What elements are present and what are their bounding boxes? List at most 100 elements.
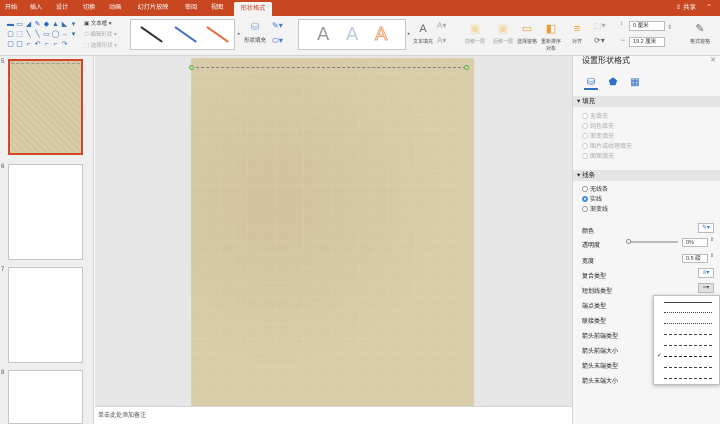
slide-thumbnail-selected[interactable]	[8, 59, 83, 155]
shape-effects-icon[interactable]: ⬭▾	[272, 36, 283, 46]
fill-section-header[interactable]: ▾ 填充	[573, 96, 720, 107]
gallery-expand-icon[interactable]: ▸	[236, 19, 242, 50]
curve-icon[interactable]: ↶	[33, 40, 42, 49]
reorder-objects-button[interactable]: ◧ 重新排序对象	[540, 20, 562, 52]
size-properties-icon[interactable]: ▦	[628, 76, 642, 90]
dashed-square-icon[interactable]: ⬚	[15, 30, 24, 39]
curve-icon[interactable]: ↷	[60, 40, 69, 49]
tab-home[interactable]: 开始	[2, 0, 20, 16]
selected-line-shape[interactable]	[191, 67, 466, 68]
triangle-icon[interactable]: ▲	[51, 20, 60, 29]
gradient-fill-radio[interactable]: 渐变填充	[582, 133, 614, 141]
dash-option-round-dot[interactable]	[664, 312, 712, 313]
width-field[interactable]: 19.2 厘米	[629, 37, 665, 47]
group-icon[interactable]: ⬚▾	[594, 21, 606, 30]
tab-animations[interactable]: 动画	[106, 0, 124, 16]
bring-forward-button[interactable]: ▣ 前移一层	[462, 20, 488, 45]
fill-line-icon[interactable]: ⛁	[584, 76, 598, 90]
no-fill-radio[interactable]: 无填充	[582, 113, 608, 121]
effects-icon[interactable]: ⬟	[606, 76, 620, 90]
rect-outline-icon[interactable]: ▢	[6, 40, 15, 49]
transparency-field[interactable]: 0%	[682, 238, 708, 247]
pentagon-icon[interactable]: ◆	[42, 20, 51, 29]
line-end-handle[interactable]	[464, 65, 469, 70]
shape-fill-button[interactable]: ⛁ 形状填充	[244, 20, 266, 50]
transparency-slider[interactable]	[626, 239, 678, 244]
wordart-style-orange[interactable]: A	[374, 24, 387, 46]
dash-option-square-dot[interactable]	[664, 323, 712, 324]
dash-option-dash-dot[interactable]	[664, 345, 712, 346]
rounded-rect-outline-icon[interactable]: ▢	[15, 40, 24, 49]
transparency-slider-knob[interactable]	[626, 239, 631, 244]
dash-option-long-dash-dot-dot[interactable]	[664, 378, 712, 379]
line-section-header[interactable]: ▾ 线条	[573, 170, 720, 181]
bracket-icon[interactable]: ⌐	[24, 40, 33, 49]
no-line-radio[interactable]: 无线条	[582, 186, 608, 194]
slide-thumbnail[interactable]	[8, 370, 83, 424]
shape-styles-gallery[interactable]	[130, 19, 235, 50]
tab-review[interactable]: 审阅	[182, 0, 200, 16]
text-box-button[interactable]: ▣ 文本框 ▾	[84, 19, 112, 27]
selection-pane-button[interactable]: ▭ 选择窗格	[516, 20, 538, 45]
text-outline-icon[interactable]: A▾	[437, 21, 446, 30]
arrow-line-icon[interactable]: →	[60, 30, 69, 39]
slide-thumbnail[interactable]	[8, 164, 83, 260]
tab-insert[interactable]: 插入	[27, 0, 45, 16]
line-style-dark[interactable]	[140, 26, 163, 43]
insert-shapes-gallery[interactable]: ▬ ▭ ◢ ✎ ◆ ▲ ◣ ▾ ▢ ⬚ ╲ ╲ ▭ ◯ → ▾ ▢ ▢ ⌐ ↶ ⌐ ⌐ ↷	[6, 20, 80, 50]
line-color-picker[interactable]: ✎▾	[698, 223, 714, 233]
align-button[interactable]: ≡ 对齐	[566, 20, 588, 45]
tab-view[interactable]: 视图	[208, 0, 226, 16]
pattern-fill-radio[interactable]: 图案填充	[582, 153, 614, 161]
freeform-icon[interactable]: ✎	[33, 20, 42, 29]
rounded-rect-icon[interactable]: ◢	[24, 20, 33, 29]
share-button[interactable]: ⇪ 共享	[676, 0, 696, 16]
shape-more-icon[interactable]: ▾	[69, 20, 78, 29]
square-icon[interactable]: ▢	[6, 30, 15, 39]
connector-icon[interactable]: ⌐	[42, 40, 51, 49]
slide-thumbnail[interactable]	[8, 267, 83, 363]
slide[interactable]	[191, 58, 474, 406]
dash-option-long-dash-selected[interactable]	[664, 356, 712, 357]
size-lock-icon[interactable]: ⇕	[667, 24, 672, 31]
transparency-stepper[interactable]: ⇕	[710, 237, 714, 243]
tab-design[interactable]: 设计	[53, 0, 71, 16]
shape-more-icon[interactable]: ▾	[69, 30, 78, 39]
rect-outline-icon[interactable]: ▭	[42, 30, 51, 39]
compound-type-dropdown[interactable]: ≡▾	[698, 268, 714, 278]
diagonal-icon[interactable]: ╲	[33, 30, 42, 39]
rectangle-shape-icon[interactable]: ▭	[15, 20, 24, 29]
connector2-icon[interactable]: ⌐	[51, 40, 60, 49]
ellipse-icon[interactable]: ◯	[51, 30, 60, 39]
picture-fill-radio[interactable]: 图片或纹理填充	[582, 143, 632, 151]
tab-slideshow[interactable]: 幻灯片放映	[133, 0, 173, 16]
text-fill-button[interactable]: A 文本填充	[410, 20, 436, 45]
format-pane-button[interactable]: ✎ 格式窗格	[688, 20, 712, 45]
tab-transitions[interactable]: 切换	[80, 0, 98, 16]
shape-outline-icon[interactable]: ✎▾	[272, 21, 283, 30]
solid-line-radio[interactable]: 实线	[582, 196, 602, 204]
text-effects-icon[interactable]: A▾	[437, 36, 446, 45]
dash-option-long-dash-dot[interactable]	[664, 367, 712, 368]
line-width-stepper[interactable]: ⇕	[710, 253, 714, 259]
height-field[interactable]: 0 厘米	[629, 21, 665, 31]
gradient-line-radio[interactable]: 渐变线	[582, 206, 608, 214]
line-width-field[interactable]: 0.5 磅	[682, 254, 708, 263]
line-style-blue[interactable]	[174, 26, 197, 43]
collapse-ribbon-icon[interactable]: ⌃	[706, 0, 712, 16]
select-shape-button[interactable]: ⬚ 选择形状 ▾	[84, 41, 117, 49]
send-backward-button[interactable]: ▣ 后移一层	[490, 20, 516, 45]
wordart-style-gray[interactable]: A	[317, 24, 329, 45]
rotate-icon[interactable]: ⟳▾	[594, 36, 605, 45]
line-style-orange[interactable]	[206, 26, 229, 43]
dash-option-solid[interactable]	[664, 302, 712, 303]
close-icon[interactable]: ✕	[710, 56, 716, 64]
edit-shape-button[interactable]: ⬠ 编辑形状 ▾	[84, 30, 117, 38]
wordart-style-blue[interactable]: A	[346, 24, 358, 45]
dash-type-dropdown[interactable]: ┅▾	[698, 283, 714, 293]
callout-icon[interactable]: ◣	[60, 20, 69, 29]
notes-area[interactable]: 单击此处添加备注	[95, 406, 572, 424]
wordart-styles-gallery[interactable]: A A A	[298, 19, 406, 50]
dash-option-dash[interactable]	[664, 334, 712, 335]
solid-fill-radio[interactable]: 纯色填充	[582, 123, 614, 131]
